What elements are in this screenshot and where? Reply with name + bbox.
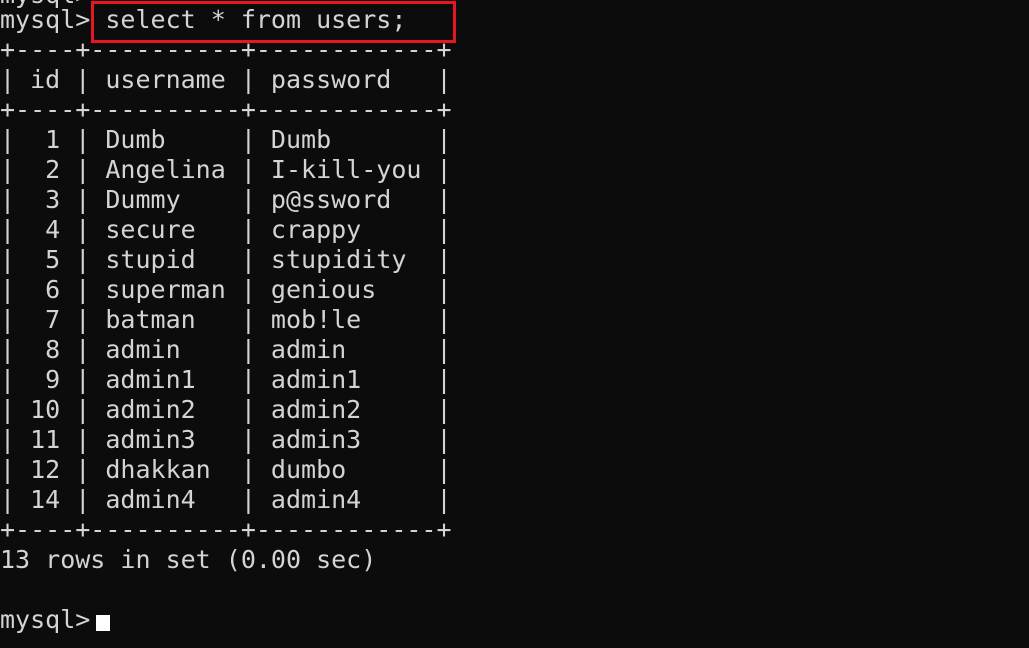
table-border-bottom: +----+----------+------------+ — [0, 515, 452, 544]
prompt: mysql> — [0, 605, 91, 634]
table-row: | 14 | admin4 | admin4 | — [0, 485, 452, 514]
table-row: | 5 | stupid | stupidity | — [0, 245, 452, 274]
table-row: | 10 | admin2 | admin2 | — [0, 395, 452, 424]
table-header: | id | username | password | — [0, 65, 452, 94]
table-row: | 7 | batman | mob!le | — [0, 305, 452, 334]
table-row: | 12 | dhakkan | dumbo | — [0, 455, 452, 484]
terminal-window[interactable]: mysql> mysql> select * from users; +----… — [0, 0, 1029, 648]
input-line[interactable]: mysql> — [0, 605, 111, 635]
table-row: | 8 | admin | admin | — [0, 335, 452, 364]
table-row: | 6 | superman | genious | — [0, 275, 452, 304]
table-row: | 9 | admin1 | admin1 | — [0, 365, 452, 394]
result-summary: 13 rows in set (0.00 sec) — [0, 545, 377, 574]
table-row: | 3 | Dummy | p@ssword | — [0, 185, 452, 214]
table-body: | 1 | Dumb | Dumb | | 2 | Angelina | I-k… — [0, 125, 452, 515]
table-border-header: +----+----------+------------+ — [0, 95, 452, 124]
table-row: | 11 | admin3 | admin3 | — [0, 425, 452, 454]
text-cursor — [96, 615, 111, 631]
table-border-top: +----+----------+------------+ — [0, 35, 452, 64]
table-row: | 4 | secure | crappy | — [0, 215, 452, 244]
table-row: | 2 | Angelina | I-kill-you | — [0, 155, 452, 184]
table-row: | 1 | Dumb | Dumb | — [0, 125, 452, 154]
prompt: mysql> — [0, 5, 91, 34]
